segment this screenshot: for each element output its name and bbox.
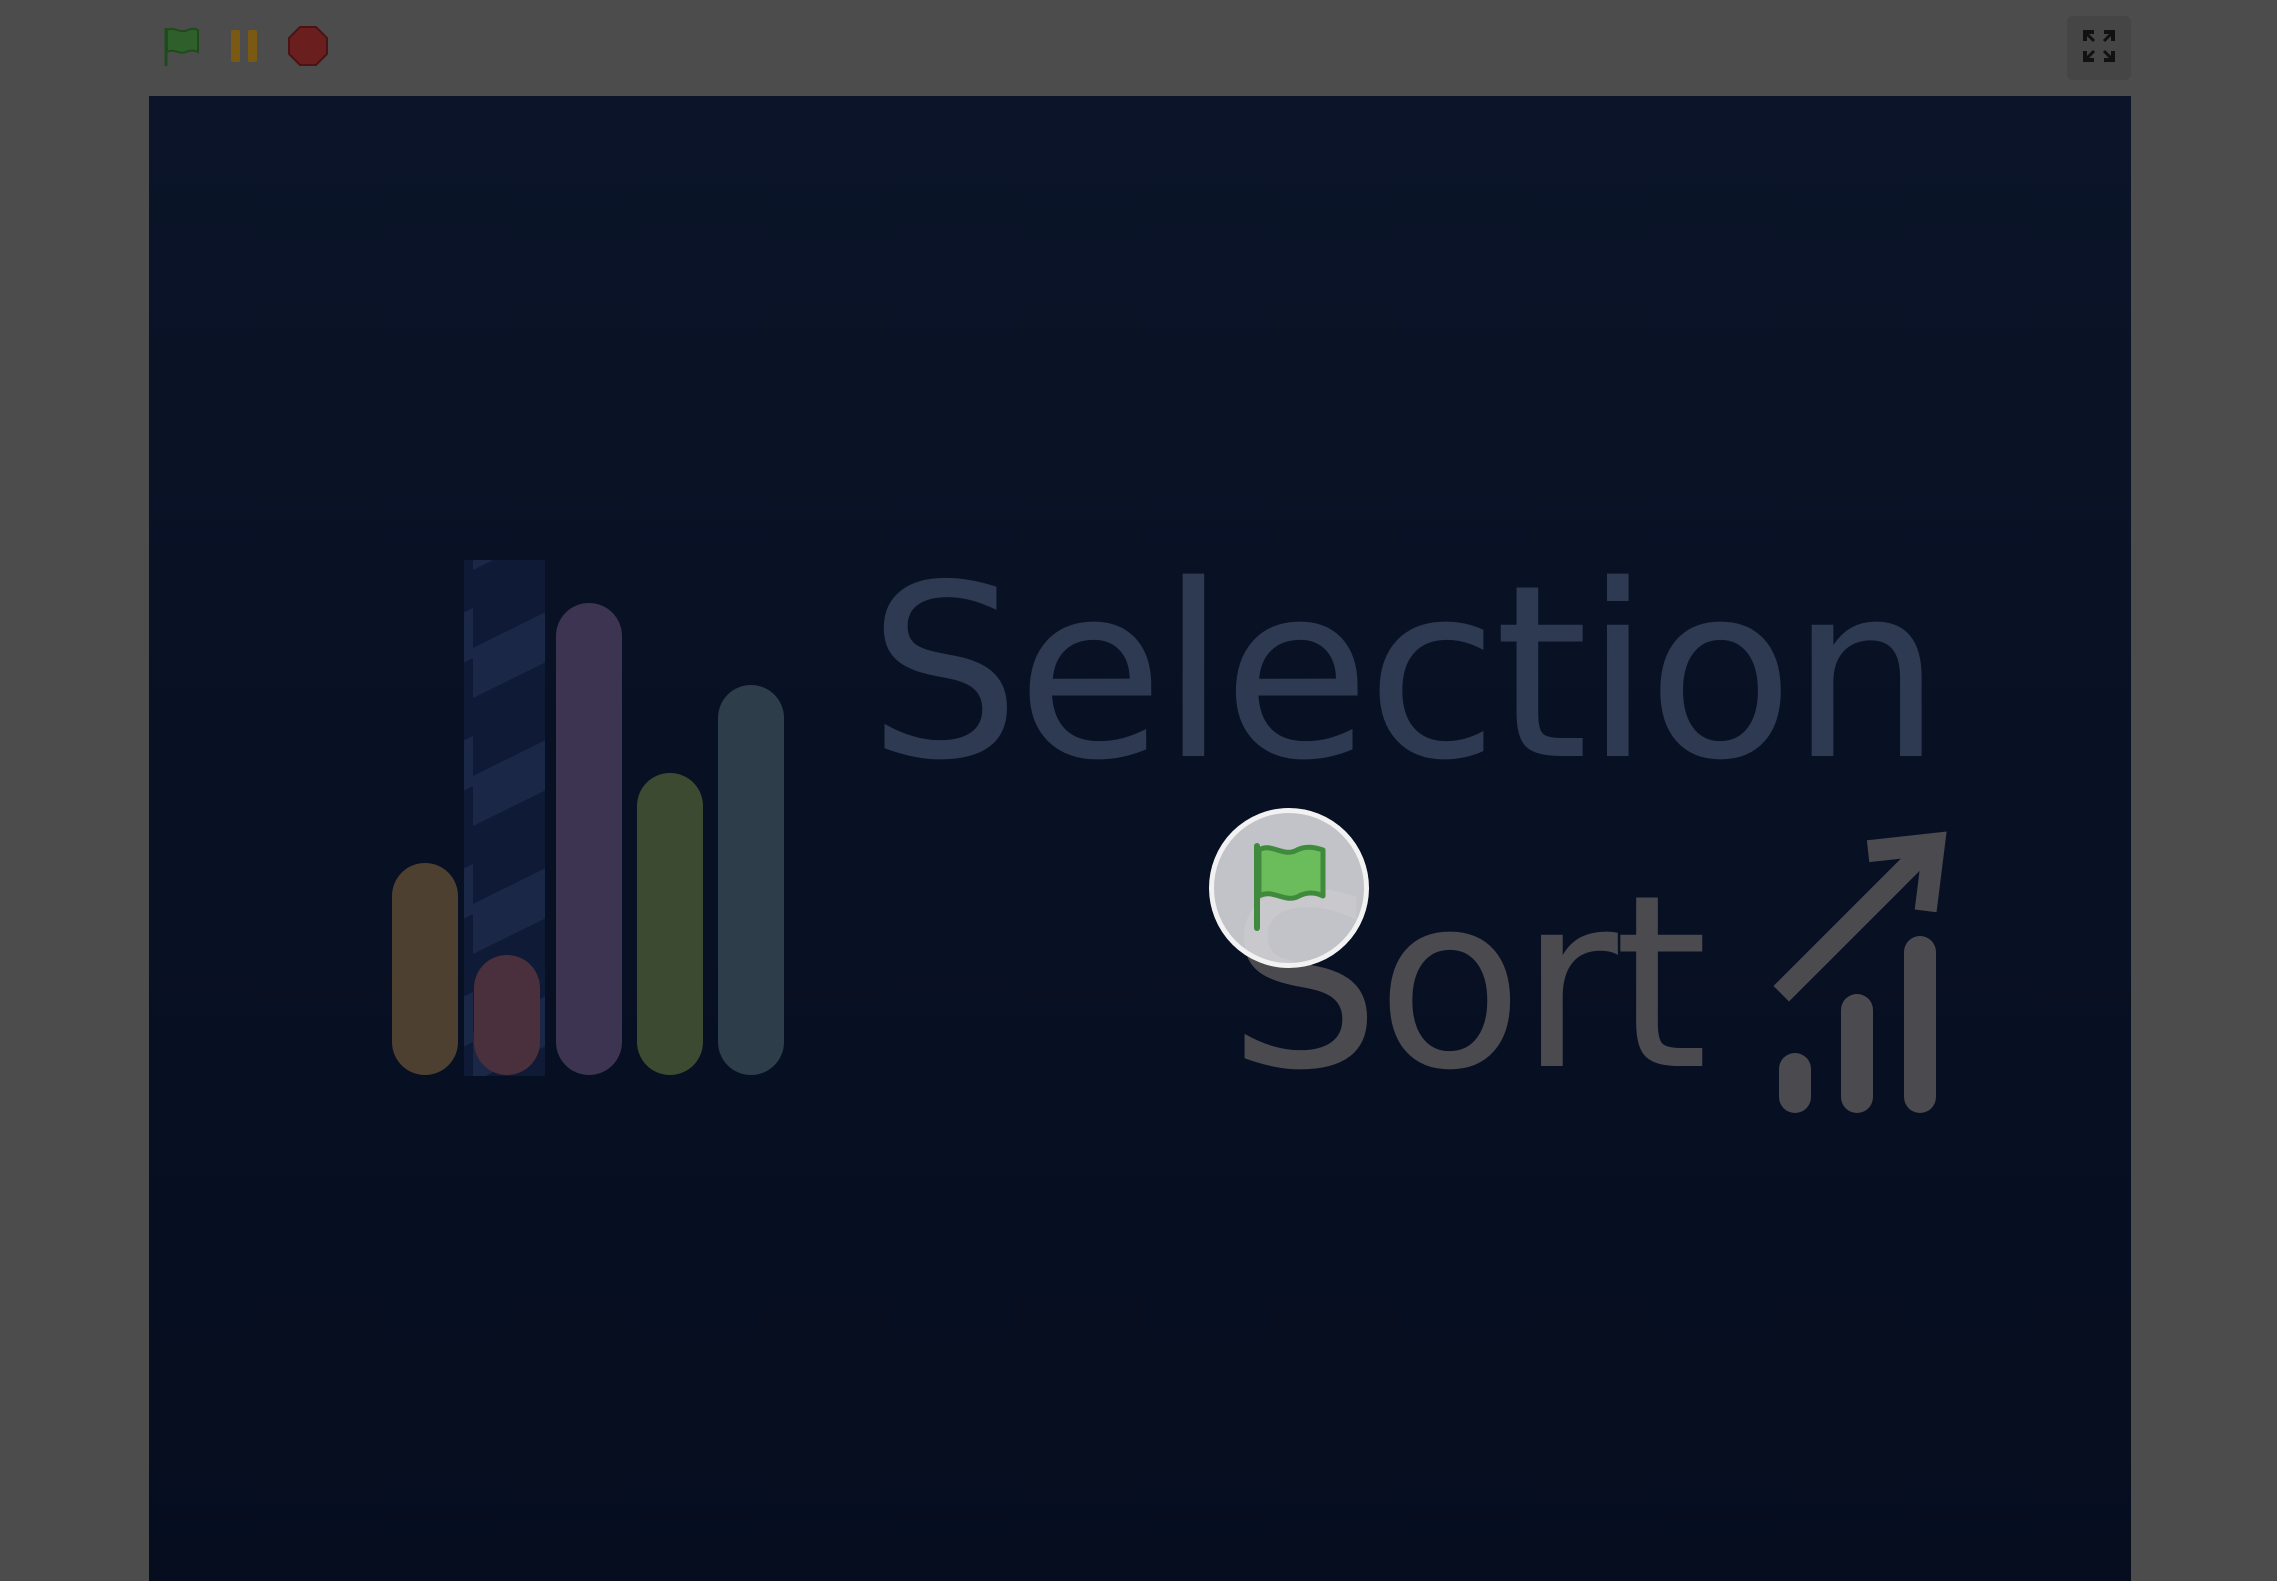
pause-button[interactable] (220, 24, 268, 72)
bar-2 (474, 955, 540, 1075)
stop-icon (286, 24, 330, 73)
stage-canvas[interactable]: Selection Sort (149, 96, 2131, 1581)
play-overlay-button[interactable] (1209, 808, 1369, 968)
bar-5 (718, 685, 784, 1075)
green-flag-icon (158, 24, 202, 73)
title-selection: Selection (868, 533, 1938, 813)
bar-4 (637, 773, 703, 1075)
sort-ascending-icon (1773, 831, 1947, 1113)
stop-button[interactable] (284, 24, 332, 72)
pause-icon (224, 26, 264, 71)
player-window: Selection Sort (0, 0, 2277, 1581)
stage-artwork: Selection Sort (392, 533, 1947, 1123)
fullscreen-button[interactable] (2067, 16, 2131, 80)
bar-3 (556, 603, 622, 1075)
green-flag-icon (1241, 838, 1337, 939)
fullscreen-icon (2082, 29, 2116, 68)
bar-1 (392, 863, 458, 1075)
green-flag-button[interactable] (156, 24, 204, 72)
